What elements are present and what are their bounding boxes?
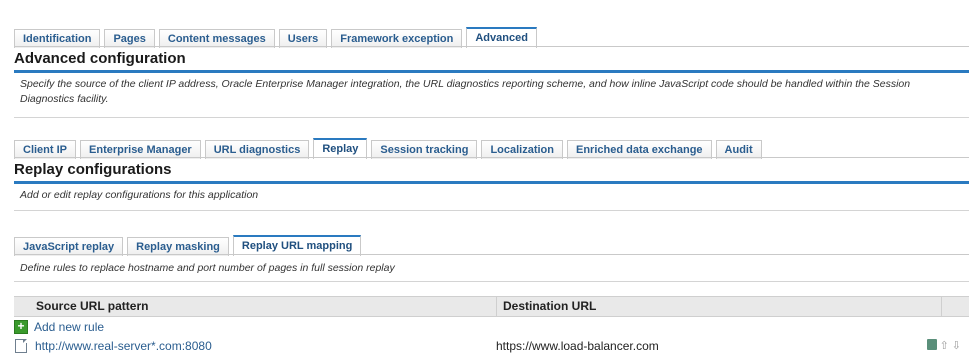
delete-icon[interactable] — [926, 339, 937, 350]
add-rule-row[interactable]: + Add new rule — [14, 317, 969, 336]
row-destination-cell: https://www.load-balancer.com — [496, 338, 659, 353]
replay-description: Add or edit replay configurations for th… — [14, 184, 969, 211]
advanced-title: Advanced configuration — [14, 50, 969, 73]
row-source-link[interactable]: http://www.real-server*.com:8080 — [35, 339, 212, 353]
tab-replay-url-mapping[interactable]: Replay URL mapping — [232, 235, 362, 256]
move-down-icon[interactable]: ⇩ — [952, 339, 961, 352]
second-tab-rule — [14, 157, 969, 158]
third-tab-bar: JavaScript replay Replay masking Replay … — [14, 235, 365, 256]
row-source-cell: http://www.real-server*.com:8080 — [14, 338, 496, 353]
second-tab-bar: Client IP Enterprise Manager URL diagnos… — [14, 138, 766, 159]
column-actions — [942, 297, 969, 316]
column-destination-url: Destination URL — [497, 297, 942, 316]
column-source-url-pattern: Source URL pattern — [14, 297, 497, 316]
replay-title: Replay configurations — [14, 161, 969, 184]
add-icon[interactable]: + — [14, 319, 28, 334]
advanced-description: Specify the source of the client IP addr… — [14, 73, 969, 118]
tab-advanced[interactable]: Advanced — [466, 27, 537, 48]
grid-header: Source URL pattern Destination URL — [14, 296, 969, 317]
table-row: http://www.real-server*.com:8080 https:/… — [14, 336, 969, 355]
url-mapping-grid: Source URL pattern Destination URL + Add… — [14, 296, 969, 355]
top-tab-rule — [14, 46, 969, 47]
row-actions: ⇧ ⇩ — [926, 339, 969, 352]
add-new-rule-link[interactable]: Add new rule — [34, 320, 104, 334]
top-tab-bar: Identification Pages Content messages Us… — [14, 27, 541, 48]
mapping-description: Define rules to replace hostname and por… — [14, 257, 969, 282]
document-icon — [15, 338, 27, 353]
third-tab-rule — [14, 254, 969, 255]
move-up-icon[interactable]: ⇧ — [940, 339, 949, 352]
tab-replay[interactable]: Replay — [313, 138, 368, 159]
